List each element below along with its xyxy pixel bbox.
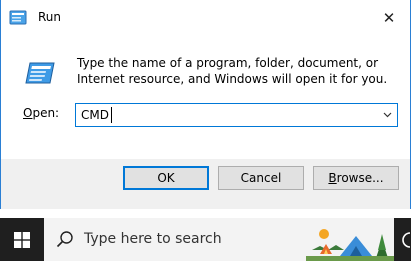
title-bar[interactable]: Run ✕ bbox=[1, 0, 410, 36]
run-dialog: Run ✕ Type the name of a program, folder… bbox=[0, 0, 411, 209]
search-placeholder: Type here to search bbox=[84, 231, 222, 247]
open-label-text: pen: bbox=[32, 106, 60, 120]
open-combobox[interactable]: CMD bbox=[75, 103, 398, 127]
taskbar-search-box[interactable]: Type here to search bbox=[44, 218, 394, 261]
desktop-strip bbox=[0, 209, 411, 218]
cancel-button[interactable]: Cancel bbox=[218, 166, 304, 190]
button-row: OK Cancel Browse... bbox=[1, 159, 410, 209]
task-view-icon[interactable] bbox=[397, 230, 411, 250]
start-button[interactable] bbox=[0, 218, 44, 261]
close-button[interactable]: ✕ bbox=[368, 0, 410, 36]
dialog-description: Type the name of a program, folder, docu… bbox=[77, 56, 388, 86]
ok-label: OK bbox=[157, 171, 175, 185]
close-icon: ✕ bbox=[382, 9, 396, 27]
run-app-icon bbox=[9, 10, 27, 25]
window-title: Run bbox=[38, 10, 62, 24]
browse-label: rowse... bbox=[336, 171, 384, 185]
chevron-down-icon[interactable] bbox=[383, 110, 392, 119]
search-highlight-illustration bbox=[306, 229, 394, 261]
browse-accesskey: B bbox=[328, 171, 337, 185]
cancel-label: Cancel bbox=[240, 171, 282, 185]
open-input[interactable]: CMD bbox=[81, 108, 109, 122]
text-caret bbox=[111, 107, 112, 123]
ok-button[interactable]: OK bbox=[123, 166, 209, 190]
run-dialog-icon bbox=[25, 62, 55, 84]
taskbar: Type here to search bbox=[0, 218, 411, 261]
dialog-content: Type the name of a program, folder, docu… bbox=[1, 36, 410, 159]
search-icon bbox=[56, 231, 73, 248]
windows-logo-icon bbox=[14, 231, 30, 248]
open-label: Open: bbox=[23, 106, 59, 120]
browse-button[interactable]: Browse... bbox=[313, 166, 399, 190]
